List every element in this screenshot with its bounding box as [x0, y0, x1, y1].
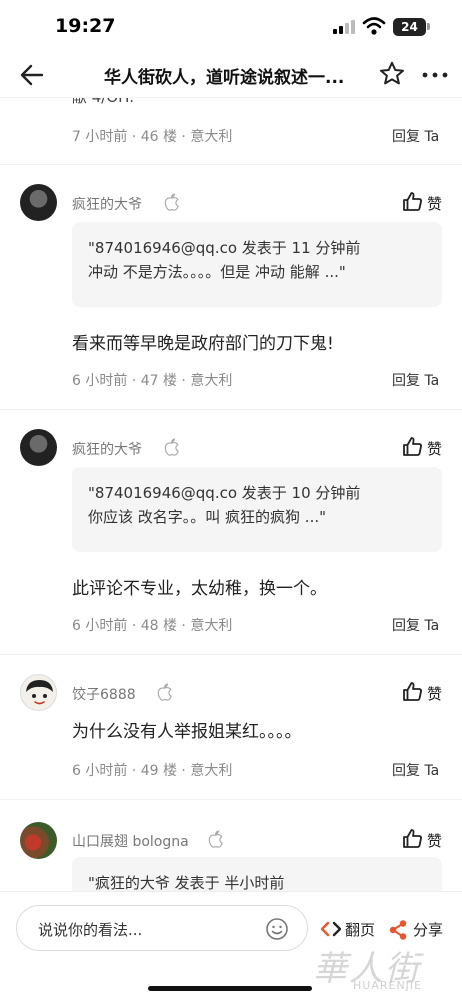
share-label: 分享 — [413, 921, 444, 939]
wifi-icon — [362, 17, 386, 35]
signal-icon — [333, 20, 355, 34]
status-time: 19:27 — [55, 15, 116, 37]
like-button[interactable]: 赞 — [402, 191, 446, 215]
comment-input[interactable]: 说说你的看法... — [16, 905, 308, 951]
like-button[interactable]: 赞 — [402, 681, 446, 705]
like-label: 赞 — [427, 440, 443, 458]
quote-header: "疯狂的大爷 发表于 半小时前 — [88, 874, 285, 891]
quote-box: "疯狂的大爷 发表于 半小时前 — [72, 857, 442, 891]
comment-text: 为什么没有人举报姐某红。。。。 — [72, 722, 302, 742]
page-turn-label: 翻页 — [345, 921, 376, 939]
comment-floor-50: 山口展翅 bologna 赞 "疯狂的大爷 发表于 半小时前 — [0, 800, 462, 891]
emoji-icon[interactable] — [265, 917, 289, 941]
star-icon[interactable] — [378, 60, 406, 88]
share-button[interactable]: 分享 — [388, 918, 450, 942]
reply-button[interactable]: 回复 Ta — [392, 615, 439, 635]
username[interactable]: 饺子6888 — [72, 684, 136, 704]
avatar[interactable] — [20, 822, 57, 859]
like-button[interactable]: 赞 — [402, 828, 446, 852]
avatar[interactable] — [20, 674, 57, 711]
quote-header: "874016946@qq.co 发表于 11 分钟前 — [88, 239, 361, 257]
apple-icon — [164, 193, 179, 211]
thumb-up-icon — [403, 829, 422, 848]
battery-indicator: 24 — [393, 18, 426, 36]
quote-excerpt: 你应该 改名字。。叫 疯狂的疯狗 ..." — [88, 508, 327, 526]
apple-icon — [164, 438, 179, 456]
page-title: 华人街砍人，道听途说叙述一... — [104, 68, 345, 88]
reply-button[interactable]: 回复 Ta — [392, 370, 439, 390]
avatar[interactable] — [20, 429, 57, 466]
thumb-up-icon — [403, 437, 422, 456]
like-label: 赞 — [427, 832, 443, 850]
comment-floor-47: 疯狂的大爷 赞 "874016946@qq.co 发表于 11 分钟前 冲动 不… — [0, 165, 462, 410]
more-icon[interactable] — [420, 61, 450, 89]
quote-box: "874016946@qq.co 发表于 11 分钟前 冲动 不是方法。。。。但… — [72, 222, 442, 307]
username[interactable]: 疯狂的大爷 — [72, 194, 142, 214]
bottom-bar: 说说你的看法... 翻页 分享 — [0, 891, 462, 1000]
comment-input-placeholder: 说说你的看法... — [38, 921, 143, 939]
like-label: 赞 — [427, 195, 443, 213]
avatar[interactable] — [20, 184, 57, 221]
comment-meta: 6 小时前 · 47 楼 · 意大利 — [72, 373, 233, 389]
share-icon — [389, 920, 407, 940]
nav-bar: 华人街砍人，道听途说叙述一... — [0, 52, 462, 98]
comment-floor-49: 饺子6888 赞 为什么没有人举报姐某红。。。。 6 小时前 · 49 楼 · … — [0, 655, 462, 800]
comment-meta: 7 小时前 · 46 楼 · 意大利 — [72, 129, 233, 145]
page-turn-button[interactable]: 翻页 — [320, 918, 380, 942]
apple-icon — [157, 683, 172, 701]
comment-meta: 6 小时前 · 49 楼 · 意大利 — [72, 763, 233, 779]
username[interactable]: 疯狂的大爷 — [72, 439, 142, 459]
thumb-up-icon — [403, 682, 422, 701]
username[interactable]: 山口展翅 bologna — [72, 831, 189, 851]
quote-header: "874016946@qq.co 发表于 10 分钟前 — [88, 484, 361, 502]
comment-list: 献 4/OH. 7 小时前 · 46 楼 · 意大利 回复 Ta 疯狂的大爷 赞… — [0, 98, 462, 891]
comment-text: 此评论不专业，太幼稚，换一个。 — [72, 579, 327, 599]
status-bar: 19:27 24 — [0, 0, 462, 52]
comment-floor-46: 7 小时前 · 46 楼 · 意大利 回复 Ta — [0, 98, 462, 165]
reply-button[interactable]: 回复 Ta — [392, 760, 439, 780]
thumb-up-icon — [403, 192, 422, 211]
quote-box: "874016946@qq.co 发表于 10 分钟前 你应该 改名字。。叫 疯… — [72, 467, 442, 552]
like-label: 赞 — [427, 685, 443, 703]
like-button[interactable]: 赞 — [402, 436, 446, 460]
apple-icon — [208, 830, 223, 848]
comment-floor-48: 疯狂的大爷 赞 "874016946@qq.co 发表于 10 分钟前 你应该 … — [0, 410, 462, 655]
battery-nub — [427, 23, 430, 30]
home-indicator — [148, 986, 312, 991]
quote-excerpt: 冲动 不是方法。。。。但是 冲动 能解 ..." — [88, 263, 346, 281]
avatar-face-icon — [26, 680, 53, 705]
code-icon — [320, 921, 342, 937]
comment-meta: 6 小时前 · 48 楼 · 意大利 — [72, 618, 233, 634]
comment-text: 看来而等早晚是政府部门的刀下鬼! — [72, 334, 334, 354]
reply-button[interactable]: 回复 Ta — [392, 126, 439, 146]
back-arrow-icon[interactable] — [18, 61, 46, 89]
